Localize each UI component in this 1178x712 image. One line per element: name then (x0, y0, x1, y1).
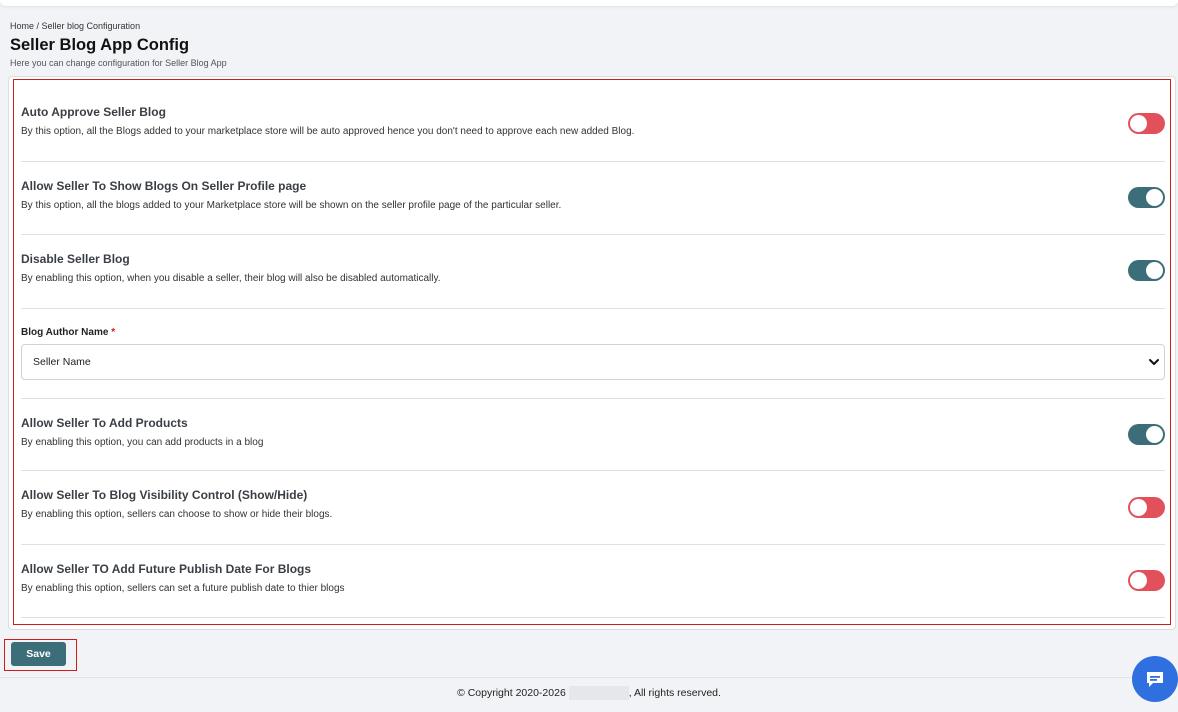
author-name-value: Seller Name (33, 356, 91, 368)
setting-title: Allow Seller TO Add Future Publish Date … (21, 562, 312, 576)
setting-disable-blog: Disable Seller Blog By enabling this opt… (21, 252, 1165, 285)
footer: © Copyright 2020-2026 , All rights reser… (0, 678, 1178, 712)
toggle-knob (1146, 426, 1163, 443)
setting-visibility-control: Allow Seller To Blog Visibility Control … (21, 488, 1165, 521)
setting-description: By enabling this option, when you disabl… (21, 273, 441, 284)
chat-widget-button[interactable] (1132, 656, 1178, 702)
setting-title: Disable Seller Blog (21, 252, 130, 266)
toggle-knob (1130, 115, 1147, 132)
divider (21, 470, 1165, 471)
redacted-company-name (568, 686, 629, 701)
toggle-future-publish[interactable] (1128, 570, 1165, 591)
toggle-show-on-profile[interactable] (1128, 187, 1165, 208)
divider (21, 308, 1165, 309)
setting-description: By this option, all the Blogs added to y… (21, 126, 635, 137)
divider (21, 161, 1165, 162)
divider (21, 544, 1165, 545)
setting-description: By enabling this option, sellers can set… (21, 583, 345, 594)
setting-title: Auto Approve Seller Blog (21, 105, 166, 119)
toggle-knob (1130, 572, 1147, 589)
toggle-knob (1130, 499, 1147, 516)
chat-icon (1147, 672, 1163, 687)
divider (21, 617, 1165, 618)
divider (21, 234, 1165, 235)
toggle-auto-approve[interactable] (1128, 113, 1165, 134)
setting-auto-approve: Auto Approve Seller Blog By this option,… (21, 105, 1165, 138)
setting-title: Allow Seller To Blog Visibility Control … (21, 488, 308, 502)
page-subtitle: Here you can change configuration for Se… (10, 58, 227, 68)
setting-description: By this option, all the blogs added to y… (21, 200, 562, 211)
toggle-visibility-control[interactable] (1128, 497, 1165, 518)
page-title: Seller Blog App Config (10, 36, 190, 54)
required-mark: * (111, 327, 116, 338)
toggle-add-products[interactable] (1128, 424, 1165, 445)
breadcrumb: Home / Seller blog Configuration (10, 21, 141, 31)
copyright-prefix: © Copyright 2020-2026 (457, 687, 566, 699)
setting-show-on-profile: Allow Seller To Show Blogs On Seller Pro… (21, 179, 1165, 212)
setting-future-publish: Allow Seller TO Add Future Publish Date … (21, 562, 1165, 595)
chevron-down-icon (1149, 359, 1159, 365)
setting-description: By enabling this option, sellers can cho… (21, 509, 333, 520)
page-header: Home / Seller blog Configuration Seller … (10, 21, 227, 69)
top-bar (0, 0, 1178, 6)
author-name-label-text: Blog Author Name (21, 327, 109, 338)
author-name-label: Blog Author Name * (21, 327, 115, 338)
setting-title: Allow Seller To Add Products (21, 416, 188, 430)
setting-title: Allow Seller To Show Blogs On Seller Pro… (21, 179, 307, 193)
toggle-knob (1146, 262, 1163, 279)
toggle-knob (1146, 189, 1163, 206)
copyright-suffix: , All rights reserved. (628, 687, 721, 699)
setting-description: By enabling this option, you can add pro… (21, 437, 264, 448)
save-button[interactable]: Save (11, 642, 66, 666)
divider (21, 398, 1165, 399)
author-name-select[interactable]: Seller Name (21, 344, 1165, 380)
setting-add-products: Allow Seller To Add Products By enabling… (21, 416, 1165, 449)
toggle-disable-blog[interactable] (1128, 260, 1165, 281)
